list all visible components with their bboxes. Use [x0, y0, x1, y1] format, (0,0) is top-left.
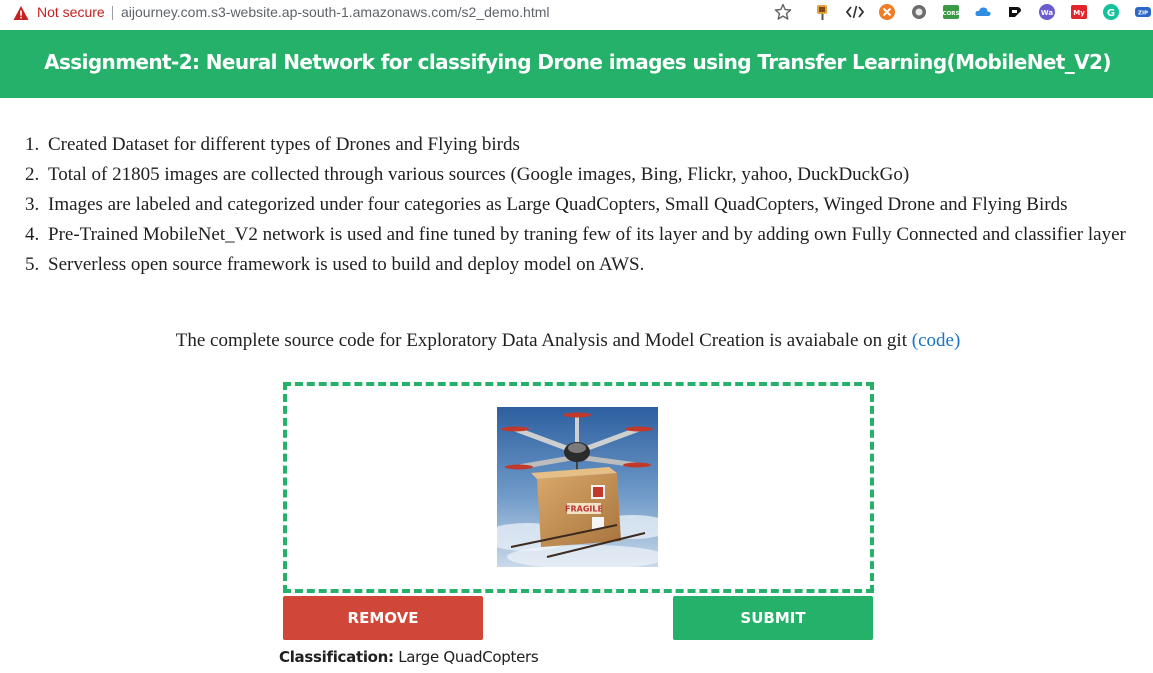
bookmark-star-icon[interactable]	[774, 3, 792, 21]
list-text: Total of 21805 images are collected thro…	[48, 164, 910, 185]
list-number: 5.	[25, 254, 40, 275]
svg-text:CORS: CORS	[943, 11, 960, 17]
submit-button[interactable]: SUBMIT	[673, 596, 873, 640]
wappalyzer-icon[interactable]: Wa	[1038, 3, 1056, 21]
url-field[interactable]: aijourney.com.s3-website.ap-south-1.amaz…	[121, 3, 550, 21]
source-code-text: The complete source code for Exploratory…	[175, 330, 907, 351]
list-number: 3.	[25, 194, 40, 215]
list-number: 4.	[25, 224, 40, 245]
source-code-note: The complete source code for Exploratory…	[0, 326, 1136, 356]
svg-text:My: My	[1073, 9, 1085, 17]
list-item: 1. Created Dataset for different types of…	[25, 130, 1148, 160]
grammarly-icon[interactable]: G	[1102, 3, 1120, 21]
drone-package-image: FRAGILE	[497, 407, 658, 567]
list-number: 1.	[25, 134, 40, 155]
page-title: Assignment-2: Neural Network for classif…	[44, 50, 1111, 74]
cloud-icon[interactable]	[974, 3, 992, 21]
info-list: 1. Created Dataset for different types of…	[25, 130, 1148, 280]
svg-text:G: G	[1107, 8, 1115, 19]
orange-cross-icon[interactable]	[878, 3, 896, 21]
paint-brush-icon[interactable]	[814, 3, 832, 21]
list-text: Created Dataset for different types of D…	[48, 134, 520, 155]
remove-button[interactable]: REMOVE	[283, 596, 483, 640]
page-header: Assignment-2: Neural Network for classif…	[0, 30, 1153, 98]
code-link[interactable]: code	[918, 330, 954, 351]
list-number: 2.	[25, 164, 40, 185]
zip-icon[interactable]: ZIP	[1134, 3, 1152, 21]
uploaded-image-preview: FRAGILE	[497, 407, 658, 567]
list-text: Pre-Trained MobileNet_V2 network is used…	[48, 224, 1126, 245]
list-text: Images are labeled and categorized under…	[48, 194, 1068, 215]
warning-triangle-icon	[13, 6, 29, 20]
classification-result: Classification: Large QuadCopters	[279, 648, 539, 666]
cors-icon[interactable]: CORS	[942, 3, 960, 21]
svg-text:ZIP: ZIP	[1138, 11, 1148, 17]
security-status[interactable]: Not secure	[37, 3, 105, 21]
dark-logo-icon[interactable]	[1006, 3, 1024, 21]
classification-value: Large QuadCopters	[398, 648, 539, 666]
list-item: 4. Pre-Trained MobileNet_V2 network is us…	[25, 220, 1148, 250]
svg-text:FRAGILE: FRAGILE	[565, 505, 603, 514]
paren-close: )	[953, 330, 961, 351]
list-text: Serverless open source framework is used…	[48, 254, 645, 275]
grey-circle-icon[interactable]	[910, 3, 928, 21]
classification-label: Classification:	[279, 648, 394, 666]
list-item: 2. Total of 21805 images are collected th…	[25, 160, 1148, 190]
address-separator	[112, 6, 113, 20]
list-item: 3. Images are labeled and categorized und…	[25, 190, 1148, 220]
list-item: 5. Serverless open source framework is us…	[25, 250, 1148, 280]
browser-address-bar: Not secure aijourney.com.s3-website.ap-s…	[0, 0, 1153, 31]
code-tag-icon[interactable]	[846, 3, 864, 21]
svg-text:Wa: Wa	[1041, 9, 1053, 17]
wego-icon[interactable]: My	[1070, 3, 1088, 21]
